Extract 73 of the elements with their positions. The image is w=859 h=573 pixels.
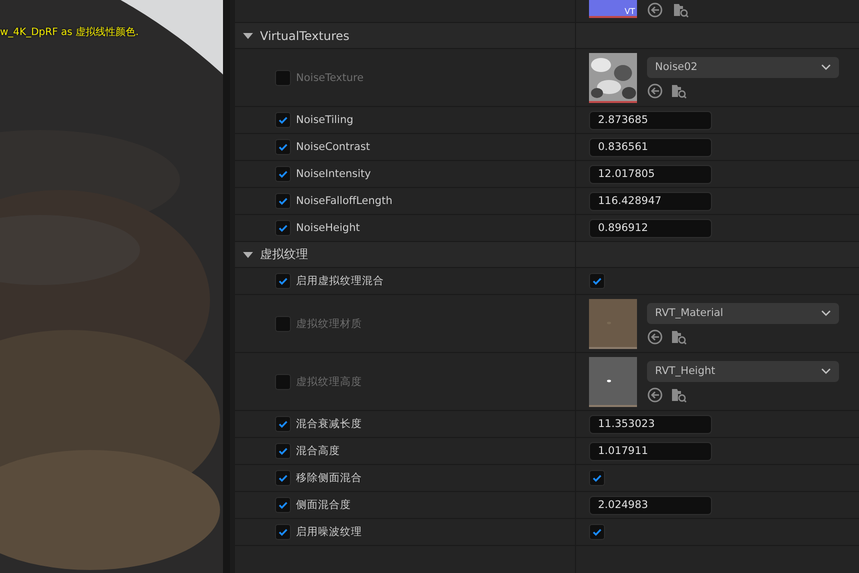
override-checkbox[interactable] [275,497,291,513]
property-label: NoiseFalloffLength [296,195,392,207]
thumbnail-label: VT [624,7,635,16]
property-label: 虚拟纹理材质 [296,316,362,330]
viewport-message: w_4K_DpRF as 虚拟线性颜色. [0,26,139,39]
expand-arrow-icon[interactable] [243,252,253,258]
chevron-down-icon [821,310,831,316]
chevron-down-icon [821,64,831,70]
checkmark-icon [277,526,289,538]
property-label: 混合衰减长度 [296,417,362,431]
folder-search-icon[interactable] [671,82,687,98]
checkmark-icon [277,114,289,126]
property-label: NoiseIntensity [296,168,371,180]
checkmark-icon [591,472,603,484]
asset-dropdown[interactable]: RVT_Material [647,302,839,324]
number-field[interactable]: 116.428947 [589,192,712,210]
texture-thumbnail[interactable]: VT [589,0,637,18]
asset-dropdown[interactable]: RVT_Height [647,360,839,382]
number-field[interactable]: 1.017911 [589,442,712,460]
value-checkbox[interactable] [589,273,605,289]
folder-search-icon[interactable] [671,386,687,402]
checkmark-icon [277,141,289,153]
folder-search-icon[interactable] [673,2,689,18]
property-label: 侧面混合度 [296,498,351,512]
override-checkbox[interactable] [275,374,291,390]
override-checkbox[interactable] [275,193,291,209]
checkmark-icon [277,445,289,457]
checkmark-icon [277,418,289,430]
override-checkbox[interactable] [275,112,291,128]
checkmark-icon [277,472,289,484]
override-checkbox[interactable] [275,416,291,432]
override-checkbox[interactable] [275,220,291,236]
checkmark-icon [277,222,289,234]
number-field[interactable]: 2.024983 [589,496,712,514]
checkmark-icon [591,526,603,538]
number-field[interactable]: 0.896912 [589,218,712,238]
checkmark-icon [277,275,289,287]
property-label: 启用虚拟纹理混合 [296,274,384,288]
value-checkbox[interactable] [589,470,605,486]
property-label: 混合高度 [296,444,340,458]
folder-search-icon[interactable] [671,328,687,344]
expand-arrow-icon[interactable] [243,32,253,38]
property-label: NoiseHeight [296,222,360,234]
checkmark-icon [277,168,289,180]
chevron-down-icon [821,368,831,374]
property-label: 移除侧面混合 [296,471,362,485]
override-checkbox[interactable] [275,316,291,332]
override-checkbox[interactable] [275,70,291,86]
texture-thumbnail[interactable] [589,298,637,348]
value-checkbox[interactable] [589,524,605,540]
asset-dropdown[interactable]: Noise02 [647,56,839,78]
texture-thumbnail[interactable] [589,52,637,102]
override-checkbox[interactable] [275,443,291,459]
number-field[interactable]: 0.836561 [589,138,712,156]
texture-thumbnail[interactable] [589,356,637,406]
section-title: 虚拟纹理 [260,246,308,263]
property-label: 虚拟纹理高度 [296,374,362,388]
section-title: VirtualTextures [260,28,350,42]
number-field[interactable]: 11.353023 [589,414,712,434]
property-label: NoiseContrast [296,141,370,153]
property-label: NoiseTexture [296,72,364,84]
override-checkbox[interactable] [275,470,291,486]
checkmark-icon [591,275,603,287]
property-label: 启用噪波纹理 [296,525,362,539]
checkmark-icon [277,195,289,207]
number-field[interactable]: 12.017805 [589,164,712,184]
override-checkbox[interactable] [275,524,291,540]
checkmark-icon [277,499,289,511]
number-field[interactable]: 2.873685 [589,110,712,130]
property-label: NoiseTiling [296,114,354,126]
override-checkbox[interactable] [275,166,291,182]
override-checkbox[interactable] [275,139,291,155]
override-checkbox[interactable] [275,273,291,289]
